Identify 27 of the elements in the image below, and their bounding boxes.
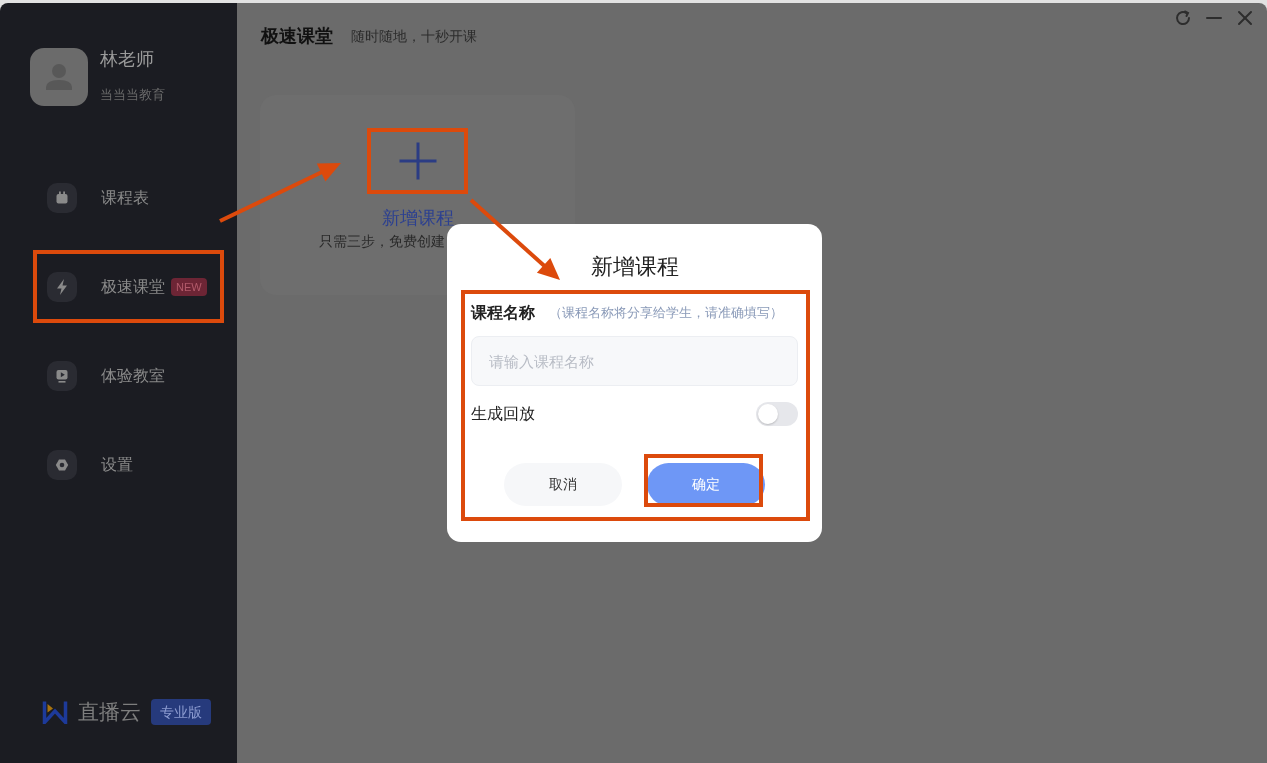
cancel-button[interactable]: 取消 <box>504 463 622 506</box>
refresh-icon[interactable] <box>1175 10 1191 26</box>
plus-icon[interactable] <box>397 141 438 181</box>
close-icon[interactable] <box>1237 10 1253 26</box>
sidebar-item[interactable]: 极速课堂 NEW <box>20 258 217 316</box>
avatar-icon <box>30 48 88 106</box>
field-label: 课程名称 <box>471 303 535 323</box>
field-label: 生成回放 <box>471 404 535 424</box>
new-badge: NEW <box>171 278 207 296</box>
edition-badge: 专业版 <box>151 699 211 725</box>
sidebar-item[interactable]: 设置 <box>20 436 217 494</box>
brand-name: 直播云 <box>78 699 141 725</box>
dialog-title: 新增课程 <box>590 253 679 281</box>
play-screen-icon <box>47 361 77 391</box>
card-title: 新增课程 <box>381 207 454 230</box>
logo-icon <box>42 700 68 724</box>
lightning-icon <box>47 272 77 302</box>
settings-icon <box>47 450 77 480</box>
user-name: 林老师 <box>100 48 155 70</box>
toggle-switch[interactable] <box>756 402 798 426</box>
organization-name: 当当当教育 <box>100 86 165 104</box>
field-hint: （课程名称将分享给学生，请准确填写） <box>549 304 783 322</box>
sidebar-item[interactable]: 课程表 <box>20 169 217 227</box>
page-title: 极速课堂 <box>261 25 333 48</box>
calendar-icon <box>47 183 77 213</box>
input-field[interactable]: 请输入课程名称 <box>471 336 798 386</box>
sidebar-item[interactable]: 体验教室 <box>20 347 217 405</box>
